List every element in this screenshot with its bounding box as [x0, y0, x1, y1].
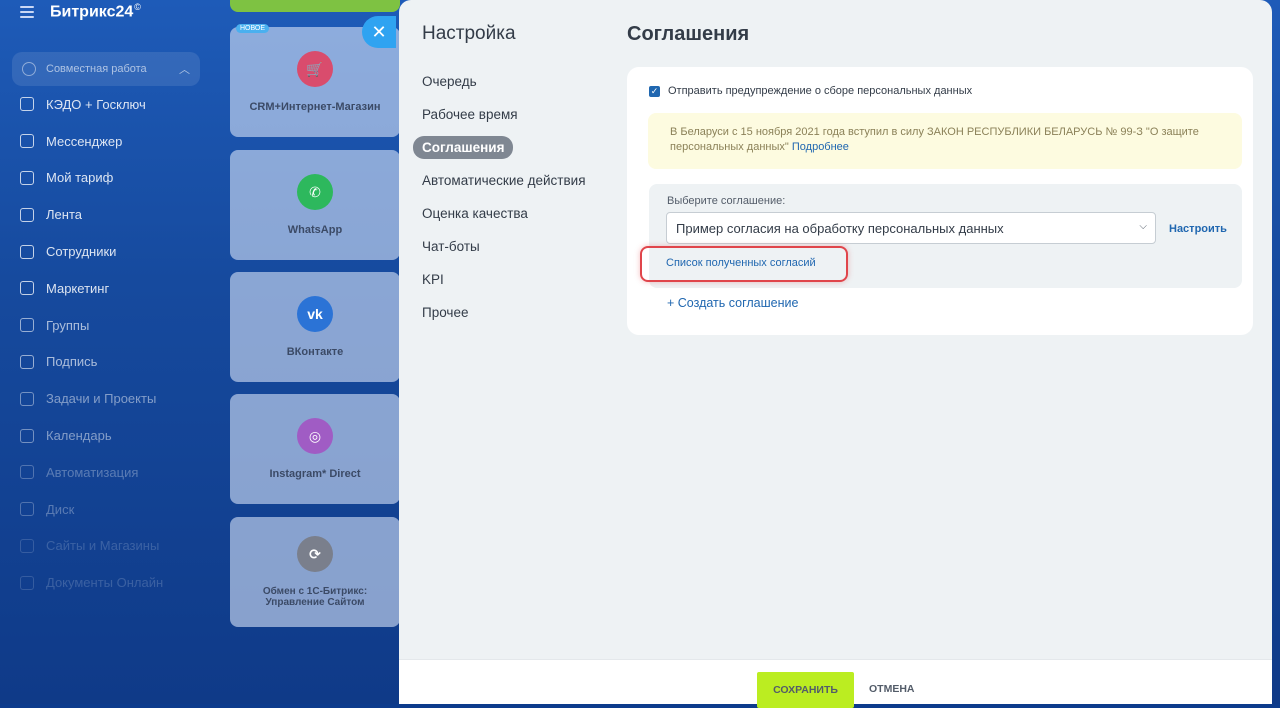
- sidebar-item-label: Задачи и Проекты: [46, 391, 157, 407]
- sidebar-item-disk[interactable]: Диск: [12, 491, 200, 528]
- settings-panel: Настройка Очередь Рабочее время Соглашен…: [399, 0, 1272, 708]
- vk-icon: vk: [297, 296, 333, 332]
- groups-icon: [20, 318, 34, 333]
- feed-icon: [20, 207, 34, 222]
- legal-notice: В Беларуси с 15 ноября 2021 года вступил…: [648, 113, 1242, 169]
- menu-item-kpi[interactable]: KPI: [413, 268, 453, 291]
- agreement-select-value: Пример согласия на обработку персональны…: [676, 220, 1004, 236]
- tile-instagram[interactable]: ◎ Instagram* Direct: [230, 394, 400, 504]
- agreement-select[interactable]: Пример согласия на обработку персональны…: [666, 212, 1156, 244]
- menu-item-quality-rating[interactable]: Оценка качества: [413, 202, 537, 225]
- sidebar-item-messenger[interactable]: Мессенджер: [12, 123, 200, 160]
- personal-data-checkbox[interactable]: ✓: [649, 85, 660, 97]
- page-title: Соглашения: [627, 23, 750, 45]
- sidebar-item-tariff[interactable]: Мой тариф: [12, 160, 200, 197]
- sidebar-item-calendar[interactable]: Календарь: [12, 417, 200, 454]
- signature-icon: [20, 354, 34, 369]
- tile-label: WhatsApp: [287, 224, 343, 236]
- sites-icon: [20, 538, 34, 553]
- sidebar-item-label: Мессенджер: [46, 133, 123, 149]
- tile-label: CRM+Интернет-Магазин: [249, 101, 381, 113]
- checkbox-label: Отправить предупреждение о сборе персона…: [668, 85, 973, 97]
- sidebar-item-tasks[interactable]: Задачи и Проекты: [12, 380, 200, 417]
- sidebar-item-label: Диск: [46, 501, 75, 517]
- docs-icon: [20, 575, 34, 590]
- configure-link[interactable]: Настроить: [1169, 223, 1227, 235]
- disk-icon: [20, 502, 34, 517]
- tile-label: Instagram* Direct: [269, 468, 361, 480]
- sidebar-item-groups[interactable]: Группы: [12, 307, 200, 344]
- highlight-frame: [640, 246, 848, 282]
- brand-logo[interactable]: Битрикс24©: [50, 2, 141, 21]
- footer-bar: СОХРАНИТЬ ОТМЕНА: [399, 659, 1272, 708]
- sidebar-item-label: Мой тариф: [46, 170, 114, 186]
- create-agreement-link[interactable]: + Создать соглашение: [667, 296, 798, 310]
- notice-text: В Беларуси с 15 ноября 2021 года вступил…: [670, 126, 1199, 153]
- menu-item-other[interactable]: Прочее: [413, 301, 477, 324]
- sidebar-item-automation[interactable]: Автоматизация: [12, 454, 200, 491]
- save-button[interactable]: СОХРАНИТЬ: [757, 672, 854, 708]
- marketing-icon: [20, 281, 34, 296]
- sidebar-group-label: Совместная работа: [46, 63, 147, 75]
- cancel-button[interactable]: ОТМЕНА: [869, 683, 915, 695]
- sidebar-item-signature[interactable]: Подпись: [12, 344, 200, 381]
- cart-icon: 🛒: [297, 51, 333, 87]
- chevron-up-icon[interactable]: ︿: [179, 61, 190, 77]
- tariff-icon: [20, 170, 34, 185]
- more-info-link[interactable]: Подробнее: [792, 141, 849, 153]
- close-icon: ✕: [371, 21, 387, 42]
- sidebar-item-employees[interactable]: Сотрудники: [12, 233, 200, 270]
- sidebar-item-label: Маркетинг: [46, 280, 110, 296]
- personal-data-warning-row[interactable]: ✓ Отправить предупреждение о сборе персо…: [649, 85, 972, 97]
- tile-whatsapp[interactable]: ✆ WhatsApp: [230, 150, 400, 260]
- sidebar-item-sites[interactable]: Сайты и Магазины: [12, 528, 200, 565]
- agreements-card: ✓ Отправить предупреждение о сборе персо…: [627, 67, 1253, 335]
- menu-item-chatbots[interactable]: Чат-боты: [413, 235, 489, 258]
- tile-top-bar: [230, 0, 400, 12]
- sidebar-item-marketing[interactable]: Маркетинг: [12, 270, 200, 307]
- sidebar-item-label: Календарь: [46, 428, 112, 444]
- kedo-icon: [20, 97, 34, 112]
- sidebar-group-header[interactable]: Совместная работа ︿: [12, 52, 200, 86]
- new-badge: НОВОЕ: [236, 24, 270, 33]
- menu-icon[interactable]: [20, 6, 34, 18]
- employees-icon: [20, 244, 34, 259]
- menu-item-auto-actions[interactable]: Автоматические действия: [413, 169, 595, 192]
- menu-item-agreements[interactable]: Соглашения: [413, 136, 514, 159]
- collab-icon: [22, 62, 36, 76]
- sidebar-item-label: Сотрудники: [46, 244, 117, 260]
- sidebar-item-label: Подпись: [46, 354, 98, 370]
- menu-item-queue[interactable]: Очередь: [413, 70, 486, 93]
- instagram-icon: ◎: [297, 418, 333, 454]
- tile-label: ВКонтакте: [286, 346, 344, 358]
- sidebar-item-feed[interactable]: Лента: [12, 196, 200, 233]
- close-slider-button[interactable]: ✕: [362, 16, 396, 48]
- chat-icon: [20, 134, 34, 149]
- sidebar-item-kedo[interactable]: КЭДО + Госключ: [12, 86, 200, 123]
- tile-1c-exchange[interactable]: ⟳ Обмен с 1С-Битрикс: Управление Сайтом: [230, 517, 400, 627]
- sidebar-item-label: Сайты и Магазины: [46, 538, 160, 554]
- sidebar-item-label: Автоматизация: [46, 464, 139, 480]
- sidebar-item-label: Группы: [46, 317, 90, 333]
- settings-menu: Очередь Рабочее время Соглашения Автомат…: [413, 70, 613, 334]
- sidebar-item-docs[interactable]: Документы Онлайн: [12, 564, 200, 601]
- tile-label: Обмен с 1С-Битрикс: Управление Сайтом: [262, 586, 368, 608]
- whatsapp-icon: ✆: [297, 174, 333, 210]
- tasks-icon: [20, 391, 34, 406]
- settings-title: Настройка: [422, 23, 516, 44]
- automation-icon: [20, 465, 34, 480]
- menu-item-working-time[interactable]: Рабочее время: [413, 103, 527, 126]
- select-label: Выберите соглашение:: [667, 195, 786, 207]
- sidebar-item-label: Лента: [46, 207, 82, 223]
- exchange-icon: ⟳: [297, 536, 333, 572]
- chevron-down-icon: ⌵: [1139, 221, 1147, 232]
- sidebar-item-label: Документы Онлайн: [46, 575, 164, 591]
- left-sidebar: Совместная работа ︿ КЭДО + Госключ Мессе…: [12, 52, 200, 601]
- sidebar-item-label: КЭДО + Госключ: [46, 96, 146, 112]
- tile-vkontakte[interactable]: vk ВКонтакте: [230, 272, 400, 382]
- calendar-icon: [20, 428, 34, 443]
